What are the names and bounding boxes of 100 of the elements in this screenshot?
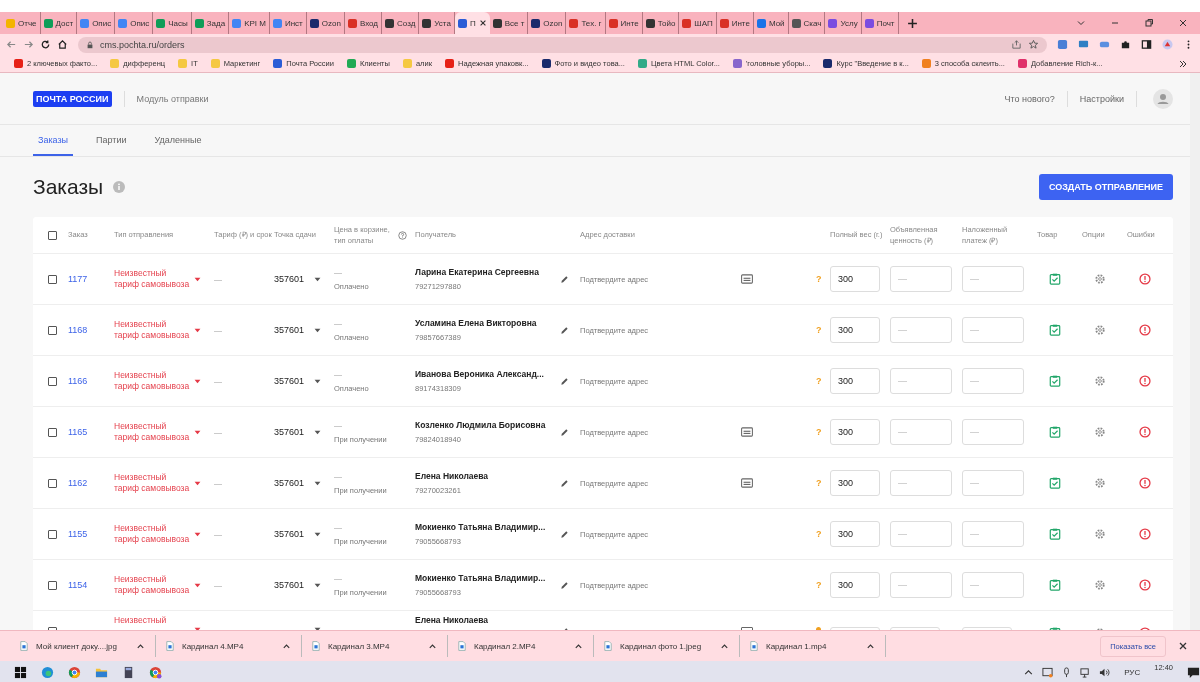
- settings-icon[interactable]: [1094, 426, 1106, 438]
- volume-icon[interactable]: [1099, 666, 1111, 678]
- dropdown-caret-icon[interactable]: [314, 582, 321, 588]
- weight-input[interactable]: 300: [830, 317, 880, 343]
- error-icon[interactable]: [1139, 324, 1151, 336]
- dropdown-caret-icon[interactable]: [314, 480, 321, 486]
- download-item[interactable]: Мой клиент доку....jpg: [10, 635, 156, 657]
- weight-input[interactable]: 300: [830, 470, 880, 496]
- pencil-icon[interactable]: [560, 529, 569, 539]
- order-link[interactable]: 1166: [68, 376, 114, 386]
- card-icon[interactable]: [741, 274, 753, 284]
- chevron-up-icon[interactable]: [428, 641, 437, 651]
- settings-icon[interactable]: [1094, 273, 1106, 285]
- clipboard-check-icon[interactable]: [1049, 375, 1061, 387]
- cash-on-delivery-input[interactable]: —: [962, 572, 1024, 598]
- address-field[interactable]: cms.pochta.ru/orders: [78, 36, 1047, 53]
- settings-icon[interactable]: [1094, 528, 1106, 540]
- clipboard-check-icon[interactable]: [1049, 579, 1061, 591]
- dropdown-caret-icon[interactable]: [194, 531, 201, 537]
- help-icon[interactable]: [398, 230, 407, 240]
- chrome-icon[interactable]: [149, 665, 162, 679]
- declared-value-input[interactable]: —: [890, 470, 952, 496]
- more-bookmarks-icon[interactable]: [1178, 58, 1188, 69]
- close-icon[interactable]: [1178, 18, 1188, 28]
- tag-icon[interactable]: [1099, 39, 1110, 50]
- tray-app-icon[interactable]: [1042, 666, 1054, 678]
- dropdown-caret-icon[interactable]: [314, 378, 321, 384]
- download-item[interactable]: Кардинал фото 1.jpeg: [594, 635, 740, 657]
- chevron-up-icon[interactable]: [720, 641, 729, 651]
- weight-input[interactable]: 300: [830, 521, 880, 547]
- pencil-icon[interactable]: [560, 376, 569, 386]
- order-link[interactable]: 1165: [68, 427, 114, 437]
- weight-input[interactable]: 300: [830, 368, 880, 394]
- scrollbar[interactable]: [1190, 73, 1200, 630]
- header-link[interactable]: Настройки: [1079, 93, 1124, 104]
- dropdown-caret-icon[interactable]: [194, 276, 201, 282]
- download-item[interactable]: Кардинал 3.MP4: [302, 635, 448, 657]
- notification-icon[interactable]: [1187, 665, 1200, 679]
- close-icon[interactable]: [478, 19, 487, 27]
- settings-icon[interactable]: [1094, 477, 1106, 489]
- dropdown-caret-icon[interactable]: [194, 378, 201, 384]
- declared-value-input[interactable]: —: [890, 572, 952, 598]
- weight-input[interactable]: 300: [830, 419, 880, 445]
- cash-on-delivery-input[interactable]: —: [962, 521, 1024, 547]
- dropdown-caret-icon[interactable]: [314, 327, 321, 333]
- clipboard-check-icon[interactable]: [1049, 426, 1061, 438]
- row-checkbox[interactable]: [48, 478, 57, 488]
- cash-on-delivery-input[interactable]: —: [962, 317, 1024, 343]
- new-tab-icon[interactable]: [906, 17, 918, 29]
- declared-value-input[interactable]: —: [890, 266, 952, 292]
- restore-icon[interactable]: [1144, 18, 1154, 28]
- pencil-icon[interactable]: [560, 580, 569, 590]
- settings-icon[interactable]: [1094, 375, 1106, 387]
- pencil-icon[interactable]: [560, 427, 569, 437]
- forward-icon[interactable]: [23, 39, 34, 50]
- pencil-icon[interactable]: [560, 325, 569, 335]
- pencil-icon[interactable]: [560, 478, 569, 488]
- start-icon[interactable]: [14, 665, 27, 679]
- sidebar-icon[interactable]: [1141, 39, 1152, 50]
- error-icon[interactable]: [1139, 426, 1151, 438]
- weight-input[interactable]: 300: [830, 572, 880, 598]
- dropdown-caret-icon[interactable]: [194, 429, 201, 435]
- error-icon[interactable]: [1139, 528, 1151, 540]
- home-icon[interactable]: [57, 39, 68, 50]
- declared-value-input[interactable]: —: [890, 317, 952, 343]
- translate-icon[interactable]: [1057, 39, 1068, 50]
- dropdown-caret-icon[interactable]: [314, 531, 321, 537]
- cash-on-delivery-input[interactable]: —: [962, 470, 1024, 496]
- calculator-icon[interactable]: [122, 665, 135, 679]
- chevron-up-icon[interactable]: [282, 641, 291, 651]
- card-icon[interactable]: [741, 478, 753, 488]
- browser-tab[interactable]: П: [454, 12, 490, 34]
- clipboard-check-icon[interactable]: [1049, 324, 1061, 336]
- card-icon[interactable]: [741, 427, 753, 437]
- chat-icon[interactable]: [1078, 39, 1089, 50]
- weight-input[interactable]: 300: [830, 266, 880, 292]
- clipboard-check-icon[interactable]: [1049, 273, 1061, 285]
- settings-icon[interactable]: [1094, 324, 1106, 336]
- edge-icon[interactable]: [41, 665, 54, 679]
- clipboard-check-icon[interactable]: [1049, 528, 1061, 540]
- cash-on-delivery-input[interactable]: —: [962, 368, 1024, 394]
- select-all-checkbox[interactable]: [48, 230, 57, 240]
- cash-on-delivery-input[interactable]: —: [962, 419, 1024, 445]
- chevron-up-icon[interactable]: [574, 641, 583, 651]
- row-checkbox[interactable]: [48, 427, 57, 437]
- profile-avatar-icon[interactable]: [1162, 39, 1173, 50]
- chevron-up-icon[interactable]: [866, 641, 875, 651]
- settings-icon[interactable]: [1094, 579, 1106, 591]
- declared-value-input[interactable]: —: [890, 419, 952, 445]
- order-link[interactable]: 1155: [68, 529, 114, 539]
- tab[interactable]: Удаленные: [149, 125, 207, 156]
- row-checkbox[interactable]: [48, 325, 57, 335]
- dropdown-caret-icon[interactable]: [194, 480, 201, 486]
- star-icon[interactable]: [1028, 39, 1039, 50]
- clipboard-check-icon[interactable]: [1049, 477, 1061, 489]
- order-link[interactable]: 1168: [68, 325, 114, 335]
- declared-value-input[interactable]: —: [890, 521, 952, 547]
- tab[interactable]: Заказы: [33, 125, 74, 156]
- close-icon[interactable]: [1178, 641, 1188, 651]
- dropdown-caret-icon[interactable]: [194, 327, 201, 333]
